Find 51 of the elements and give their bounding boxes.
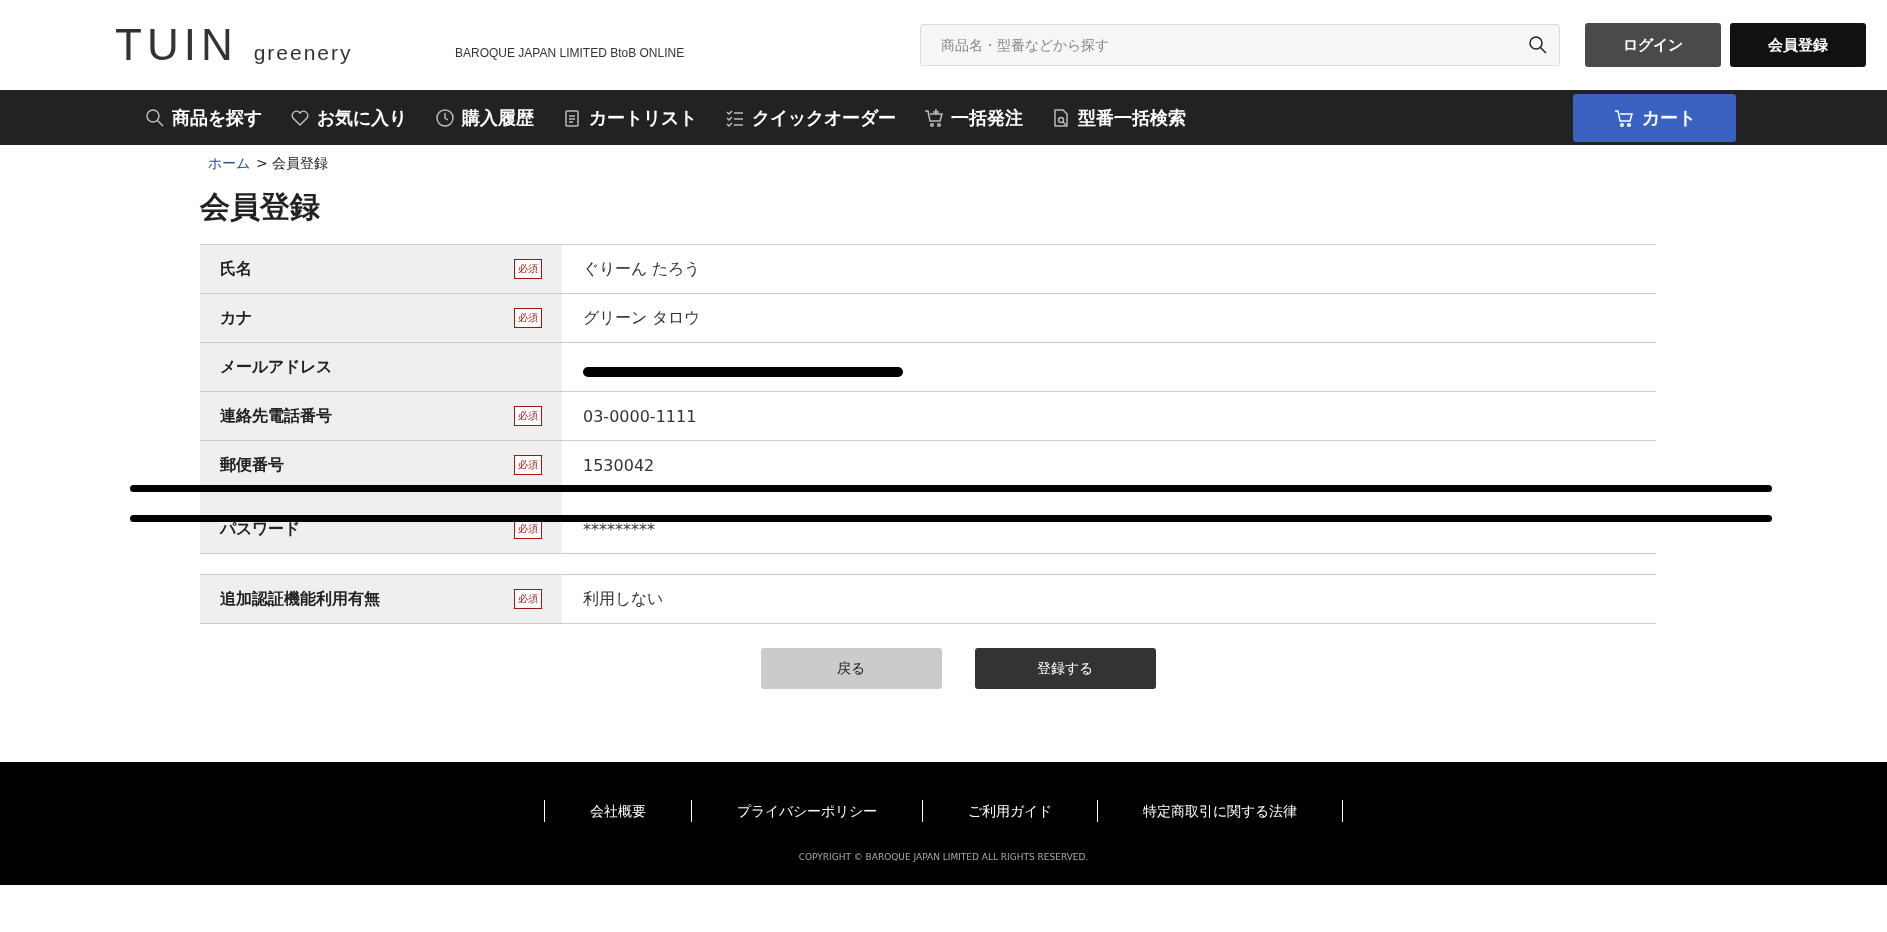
page-title: 会員登録 xyxy=(200,188,321,226)
field-label: 連絡先電話番号 xyxy=(220,405,332,427)
required-badge: 必須 xyxy=(514,589,542,609)
footer-link[interactable]: プライバシーポリシー xyxy=(692,800,923,822)
cart-icon xyxy=(1613,107,1634,128)
field-label: 追加認証機能利用有無 xyxy=(220,588,380,610)
cart-icon xyxy=(924,107,944,128)
field-value: 03-0000-1111 xyxy=(583,406,697,426)
field-value: ぐりーん たろう xyxy=(583,258,701,280)
submit-button[interactable]: 登録する xyxy=(974,648,1156,689)
field-label: パスワード xyxy=(220,518,300,540)
search-icon xyxy=(1528,35,1548,55)
register-button[interactable]: 会員登録 xyxy=(1730,23,1866,67)
nav-item[interactable]: 型番一括検索 xyxy=(1051,105,1186,130)
breadcrumb-current: > 会員登録 xyxy=(256,155,329,173)
field-label: 郵便番号 xyxy=(220,454,284,476)
field-label: カナ xyxy=(220,307,252,329)
required-badge: 必須 xyxy=(514,259,542,279)
breadcrumb-link[interactable]: ホーム xyxy=(208,155,250,173)
field-value: ********* xyxy=(583,519,655,539)
tagline: BAROQUE JAPAN LIMITED BtoB ONLINE xyxy=(455,46,686,60)
required-badge: 必須 xyxy=(514,406,542,426)
field-value: 1530042 xyxy=(583,455,655,475)
copyright: COPYRIGHT © BAROQUE JAPAN LIMITED ALL RIGHTS RESERVED. xyxy=(798,852,1089,862)
heart-icon xyxy=(290,107,310,128)
footer-link[interactable]: 特定商取引に関する法律 xyxy=(1098,800,1343,822)
nav-item[interactable]: カートリスト xyxy=(562,105,697,130)
nav-item[interactable]: お気に入り xyxy=(290,105,407,130)
nav-item[interactable]: 商品を探す xyxy=(145,105,262,130)
search-field[interactable]: 商品名・型番などから探す xyxy=(920,24,1560,66)
required-badge: 必須 xyxy=(514,455,542,475)
login-button[interactable]: ログイン xyxy=(1585,23,1721,67)
nav-item[interactable]: クイックオーダー xyxy=(725,105,896,130)
search-icon xyxy=(145,107,165,128)
clipboard-icon xyxy=(562,107,582,128)
nav-item[interactable]: 一括発注 xyxy=(924,105,1023,130)
required-badge: 必須 xyxy=(514,308,542,328)
footer-link[interactable]: ご利用ガイド xyxy=(923,800,1098,822)
field-value: 利用しない xyxy=(583,588,663,610)
back-button[interactable]: 戻る xyxy=(760,648,942,689)
footer-link[interactable]: 会社概要 xyxy=(545,800,692,822)
cart-button[interactable]: カート xyxy=(1573,93,1736,142)
field-value: グリーン タロウ xyxy=(583,307,701,329)
nav-item[interactable]: 購入履歴 xyxy=(435,105,534,130)
logo-subtitle: greenery xyxy=(253,41,353,65)
document-search-icon xyxy=(1051,107,1071,128)
clock-icon xyxy=(435,107,455,128)
logo: TUIN xyxy=(115,20,238,70)
field-label: 氏名 xyxy=(220,258,252,280)
checklist-icon xyxy=(725,107,745,128)
field-label: メールアドレス xyxy=(220,356,332,378)
